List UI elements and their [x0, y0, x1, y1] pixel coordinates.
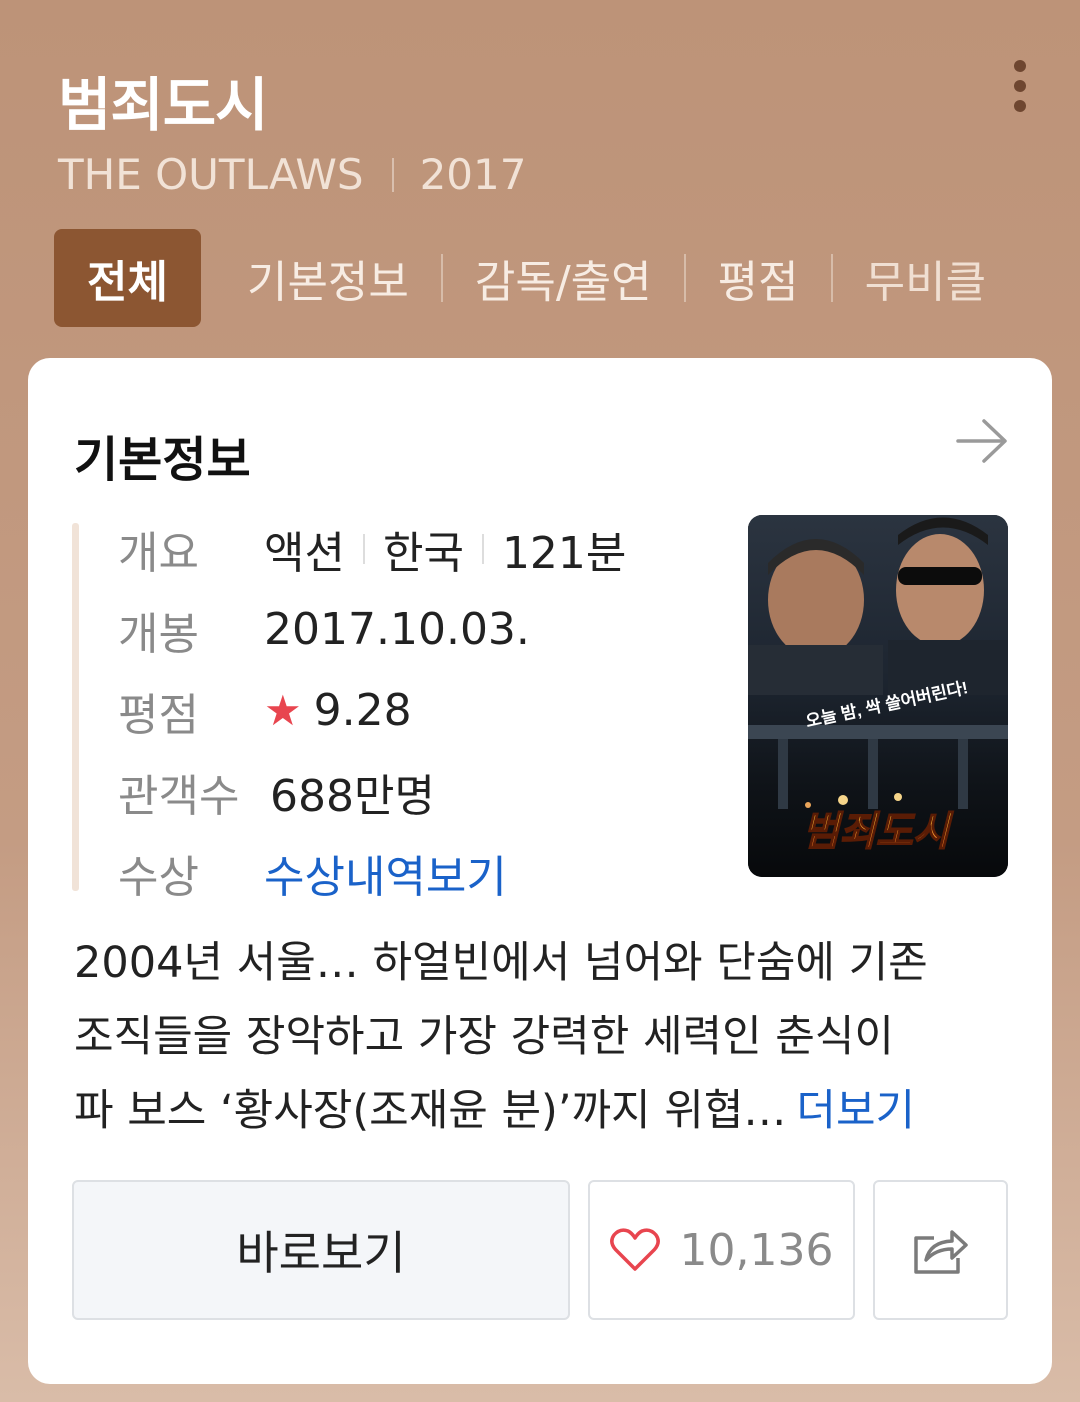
tab-basic-info[interactable]: 기본정보	[201, 229, 441, 327]
info-row-audience: 관객수 688만명	[118, 751, 718, 832]
more-vertical-icon	[1014, 60, 1026, 72]
info-divider	[481, 533, 484, 564]
tab-movieclip[interactable]: 무비클	[833, 229, 1018, 327]
movie-poster[interactable]: 오늘 밤, 싹 쓸어버린다! 범죄도시	[748, 515, 1008, 877]
movie-title: 범죄도시	[58, 71, 268, 139]
arrow-right-icon[interactable]	[952, 416, 1012, 466]
watch-button[interactable]: 바로보기	[72, 1180, 570, 1320]
rating-value-group[interactable]: ★ 9.28	[264, 685, 412, 736]
info-row-overview: 개요 액션 한국 121분	[118, 508, 718, 589]
release-date: 2017.10.03.	[264, 604, 530, 655]
share-icon	[913, 1230, 968, 1274]
heart-icon	[609, 1228, 660, 1271]
more-dot	[1014, 80, 1026, 92]
audience-value: 688만명	[270, 770, 435, 822]
poster-title: 범죄도시	[802, 809, 953, 855]
info-row-release: 개봉 2017.10.03.	[118, 589, 718, 670]
like-count: 10,136	[679, 1224, 834, 1276]
synopsis-line: 파 보스 ‘황사장(조재윤 분)’까지 위협…	[74, 1086, 787, 1136]
subtitle-divider	[391, 157, 394, 192]
movie-header: 범죄도시 THE OUTLAWS 2017 전체 기본정보 감독/출연 평점 무…	[0, 0, 1080, 350]
basic-info-card: 기본정보 개요 액션 한국 121분 개봉 2017.10.03. 평점 ★ 9…	[28, 358, 1052, 1384]
release-year: 2017	[419, 150, 527, 199]
tab-bar: 전체 기본정보 감독/출연 평점 무비클	[54, 229, 1018, 327]
synopsis-line: 2004년 서울… 하얼빈에서 넘어와 단숨에 기존	[74, 938, 928, 988]
awards-link[interactable]: 수상내역보기	[264, 841, 507, 905]
audience-label: 관객수	[118, 770, 240, 822]
runtime: 121분	[501, 527, 627, 579]
awards-label: 수상	[118, 851, 199, 903]
country-link[interactable]: 한국	[383, 517, 464, 581]
rating-value: 9.28	[313, 685, 412, 736]
synopsis-line: 조직들을 장악하고 가장 강력한 세력인 춘식이	[74, 1012, 894, 1062]
info-list: 개요 액션 한국 121분 개봉 2017.10.03. 평점 ★ 9.28 관…	[118, 508, 718, 913]
overview-value: 액션 한국 121분	[264, 517, 626, 581]
info-row-rating: 평점 ★ 9.28	[118, 670, 718, 751]
tab-all[interactable]: 전체	[54, 229, 201, 327]
info-row-awards: 수상 수상내역보기	[118, 832, 718, 913]
movie-subtitle: THE OUTLAWS 2017	[58, 150, 526, 199]
synopsis: 2004년 서울… 하얼빈에서 넘어와 단숨에 기존 조직들을 장악하고 가장 …	[74, 926, 1014, 1148]
genre-link[interactable]: 액션	[264, 517, 345, 581]
like-button[interactable]: 10,136	[588, 1180, 855, 1320]
star-icon: ★	[264, 686, 302, 735]
more-options-button[interactable]	[996, 50, 1044, 122]
share-button[interactable]	[873, 1180, 1008, 1320]
more-dot	[1014, 100, 1026, 112]
tab-rating[interactable]: 평점	[686, 229, 831, 327]
overview-label: 개요	[118, 527, 199, 579]
tab-cast[interactable]: 감독/출연	[443, 229, 684, 327]
card-title: 기본정보	[74, 432, 251, 488]
info-accent-bar	[72, 523, 79, 891]
more-link[interactable]: 더보기	[796, 1086, 915, 1136]
release-label: 개봉	[118, 608, 199, 660]
synopsis-line-last: 파 보스 ‘황사장(조재윤 분)’까지 위협… 더보기	[74, 1074, 1014, 1148]
english-title: THE OUTLAWS	[58, 150, 364, 199]
info-divider	[362, 533, 365, 564]
rating-label: 평점	[118, 689, 199, 741]
